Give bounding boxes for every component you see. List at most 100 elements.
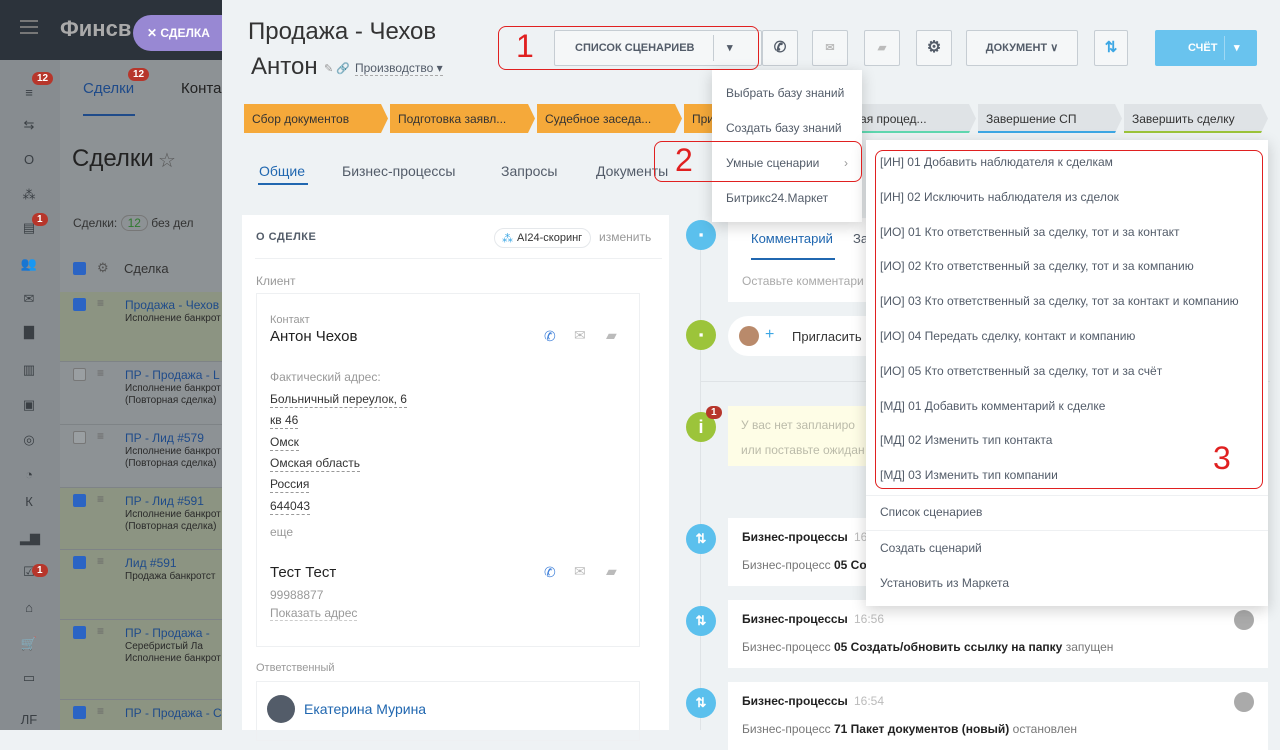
letter-k[interactable]: К <box>20 494 38 509</box>
clock-icon[interactable]: ◔ <box>20 467 38 482</box>
contact2-name[interactable]: Тест Тест <box>270 564 336 581</box>
menu-item[interactable]: Выбрать базу знаний <box>726 86 844 100</box>
row-title[interactable]: ПР - Лид #579 <box>125 431 204 445</box>
row-title[interactable]: Продажа - Чехов <box>125 298 219 312</box>
window-icon[interactable]: ▭ <box>20 670 38 685</box>
mail-icon[interactable]: ✉ <box>20 291 38 306</box>
table-row[interactable]: ≡ Продажа - Чехов Исполнение банкрот <box>60 292 222 362</box>
settings-gear-button[interactable]: ⚙ <box>916 30 952 66</box>
tab-contacts[interactable]: Конта <box>181 80 221 97</box>
row-title[interactable]: ПР - Продажа - С <box>125 706 222 720</box>
tab-item[interactable]: Общие <box>259 163 305 179</box>
chat-icon[interactable]: ▰ <box>606 327 617 344</box>
drag-handle-icon[interactable]: ≡ <box>97 296 104 310</box>
more-link[interactable]: еще <box>270 525 293 539</box>
table-row[interactable]: ≡ ПР - Продажа - L Исполнение банкрот (Повт… <box>60 362 222 425</box>
table-row[interactable]: ≡ Лид #591 Продажа банкротст <box>60 550 222 620</box>
email-icon[interactable]: ✉ <box>574 327 586 344</box>
address-line[interactable]: Омская область <box>270 456 361 472</box>
invite-button[interactable]: Пригласить <box>792 329 862 344</box>
address-line[interactable]: Больничный переулок, 6 <box>270 392 407 408</box>
stage-item[interactable]: Завершить сделку <box>1124 104 1268 133</box>
drag-handle-icon[interactable]: ≡ <box>97 554 104 568</box>
comment-input[interactable]: Оставьте комментари <box>742 274 864 288</box>
plus-icon[interactable]: + <box>765 326 774 344</box>
chart-icon[interactable]: ▂▆ <box>20 530 40 545</box>
book-icon[interactable]: ▥ <box>20 362 38 377</box>
drag-handle-icon[interactable]: ≡ <box>97 366 104 380</box>
stage-item[interactable]: Подготовка заявл... <box>390 104 535 133</box>
pipeline-icon[interactable]: ⁂ <box>20 187 38 202</box>
sync-icon[interactable]: ⇆ <box>20 117 38 132</box>
submenu-footer-item[interactable]: Создать сценарий <box>880 541 982 555</box>
hamburger-menu-icon[interactable] <box>20 20 38 34</box>
row-title[interactable]: ПР - Продажа - L <box>125 368 220 382</box>
table-row[interactable]: ≡ ПР - Продажа - Серебристый Ла Исполнение … <box>60 620 222 700</box>
pipeline-selector[interactable]: Производство ▾ <box>355 61 443 76</box>
drag-handle-icon[interactable]: ≡ <box>97 492 104 506</box>
stage-item[interactable]: Завершение СП <box>978 104 1122 133</box>
stage-item[interactable]: Судебное заседа... <box>537 104 682 133</box>
address-line[interactable]: 644043 <box>270 499 311 515</box>
show-address-link[interactable]: Показать адрес <box>270 606 358 621</box>
close-slider-button[interactable]: ✕ СДЕЛКА <box>133 15 222 51</box>
phone-icon-2[interactable]: ✆ <box>544 564 556 581</box>
select-all-checkbox[interactable] <box>73 262 86 275</box>
row-checkbox[interactable] <box>73 298 86 311</box>
contact-card-icon[interactable]: ▣ <box>20 397 38 412</box>
address-line[interactable]: Россия <box>270 477 310 494</box>
document-icon[interactable]: ▇ <box>20 324 38 339</box>
drag-handle-icon[interactable]: ≡ <box>97 704 104 718</box>
stage-item[interactable]: Сбор документов <box>244 104 388 133</box>
chat-button[interactable]: ▰ <box>864 30 900 66</box>
letter-lf[interactable]: ЛF <box>20 712 38 727</box>
cart-icon[interactable]: 🛒 <box>20 636 38 651</box>
filter-icon[interactable]: ≡ <box>20 85 38 100</box>
automation-button[interactable]: ⇅ <box>1094 30 1128 66</box>
row-title[interactable]: ПР - Лид #591 <box>125 494 204 508</box>
row-title[interactable]: ПР - Продажа - <box>125 626 210 640</box>
address-line[interactable]: Омск <box>270 435 299 451</box>
target-icon[interactable]: ◎ <box>20 432 38 447</box>
tab-item[interactable]: Бизнес-процессы <box>342 163 455 179</box>
row-checkbox[interactable] <box>73 706 86 719</box>
event-title: Бизнес-процессы <box>742 612 848 626</box>
edit-link[interactable]: изменить <box>599 230 651 244</box>
drag-handle-icon[interactable]: ≡ <box>97 429 104 443</box>
invoice-button[interactable]: СЧЁТ ▾ <box>1155 30 1257 66</box>
address-line[interactable]: кв 46 <box>270 413 299 430</box>
row-checkbox[interactable] <box>73 556 86 569</box>
star-icon[interactable]: ☆ <box>158 148 176 173</box>
call-button[interactable]: ✆ <box>762 30 798 66</box>
row-checkbox[interactable] <box>73 431 86 444</box>
menu-item[interactable]: Битрикс24.Маркет <box>726 191 828 205</box>
settings-icon[interactable]: ⚙ <box>97 260 109 276</box>
submenu-footer-item[interactable]: Установить из Маркета <box>880 576 1009 590</box>
phone-icon[interactable]: ✆ <box>544 328 556 345</box>
row-subtitle: Исполнение банкрот (Повторная сделка) <box>125 446 221 469</box>
edit-pencil-icon[interactable]: ✎ 🔗 <box>324 62 350 75</box>
responsible-name[interactable]: Екатерина Мурина <box>304 701 426 717</box>
table-row[interactable]: ≡ ПР - Лид #579 Исполнение банкрот (Повторн… <box>60 425 222 488</box>
submenu-footer-item[interactable]: Список сценариев <box>880 505 982 519</box>
register-icon[interactable]: ⌂ <box>20 600 38 615</box>
table-row[interactable]: ≡ ПР - Лид #591 Исполнение банкрот (Повторн… <box>60 488 222 550</box>
email-button[interactable]: ✉ <box>812 30 848 66</box>
scoring-button[interactable]: ⁂ AI24-скоринг <box>494 228 592 248</box>
row-checkbox[interactable] <box>73 368 86 381</box>
tab-comment[interactable]: Комментарий <box>751 231 833 246</box>
menu-item[interactable]: Создать базу знаний <box>726 121 842 135</box>
letter-o[interactable]: О <box>20 152 38 167</box>
drag-handle-icon[interactable]: ≡ <box>97 624 104 638</box>
table-row[interactable]: ≡ ПР - Продажа - С <box>60 700 222 730</box>
row-checkbox[interactable] <box>73 626 86 639</box>
chat-icon-2[interactable]: ▰ <box>606 563 617 580</box>
tab-deals[interactable]: Сделки <box>83 80 134 97</box>
row-title[interactable]: Лид #591 <box>125 556 177 570</box>
document-button[interactable]: ДОКУМЕНТ ∨ <box>966 30 1078 66</box>
tab-item[interactable]: Запросы <box>501 163 557 179</box>
row-checkbox[interactable] <box>73 494 86 507</box>
users-icon[interactable]: 👥 <box>20 256 38 271</box>
contact-name[interactable]: Антон Чехов <box>270 328 357 345</box>
email-icon-2[interactable]: ✉ <box>574 563 586 580</box>
